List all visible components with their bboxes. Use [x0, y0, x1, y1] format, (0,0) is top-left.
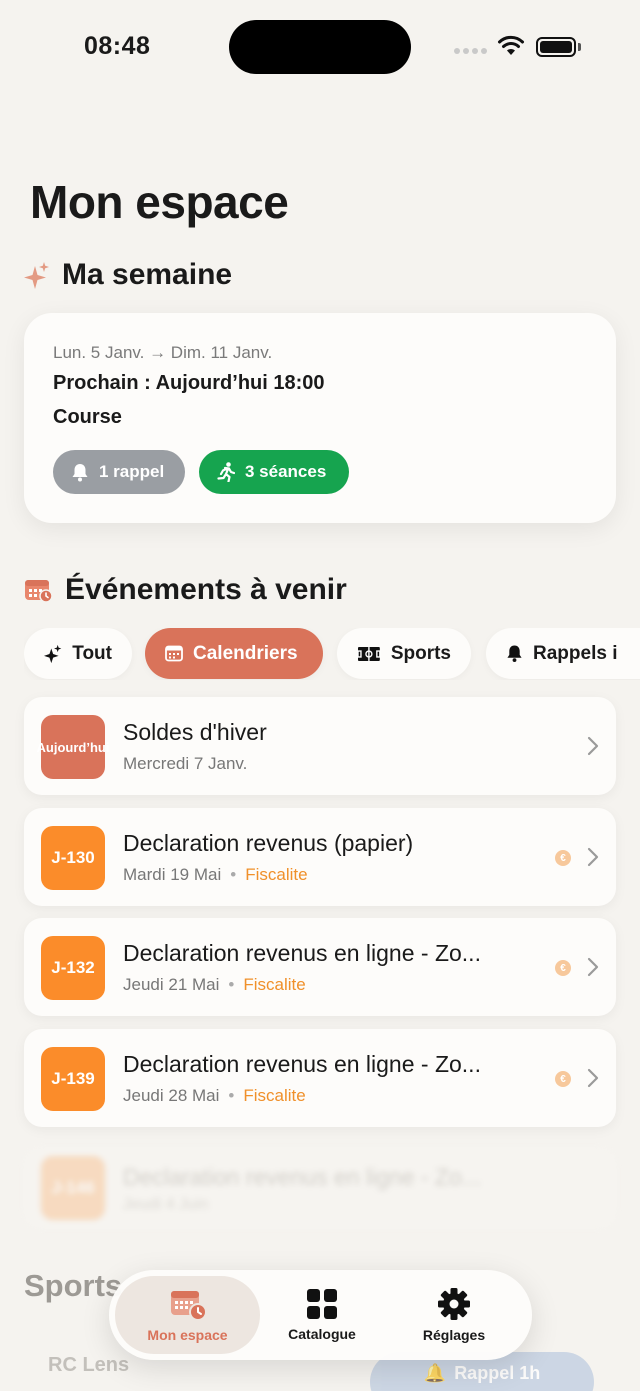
reminder-pill-label: 1 rappel — [99, 462, 165, 481]
next-event: Prochain : Aujourd’hui 18:00 — [53, 372, 325, 394]
cellular-signal-icon — [454, 48, 487, 54]
event-date: Jeudi 4 Juin — [123, 1196, 209, 1213]
chevron-right-icon — [587, 736, 599, 756]
week-heading: Ma semaine — [62, 258, 233, 291]
status-time: 08:48 — [84, 32, 151, 60]
filter-calendars[interactable]: Calendriers — [145, 628, 323, 679]
event-date: Jeudi 28 Mai — [123, 1086, 220, 1105]
events-section-header: Événements à venir — [24, 573, 347, 607]
sports-heading: Sports — [24, 1268, 123, 1303]
chevron-right-icon — [587, 847, 599, 867]
next-activity: Course — [53, 406, 122, 428]
event-countdown-badge: J-139 — [41, 1047, 105, 1111]
euro-coin-icon: € — [555, 960, 571, 976]
event-card[interactable]: J-130 Declaration revenus (papier) Mardi… — [24, 808, 616, 906]
tab-reglages[interactable]: Réglages — [387, 1276, 521, 1354]
event-category: Fiscalite — [243, 1086, 306, 1105]
tab-label: Réglages — [422, 1327, 486, 1343]
tab-label: Catalogue — [288, 1326, 356, 1342]
event-countdown-badge: J-132 — [41, 936, 105, 1000]
filter-reminders[interactable]: Rappels i — [486, 628, 640, 679]
calendar-clock-icon — [170, 1291, 207, 1321]
event-meta: Mardi 19 Mai • Fiscalite — [123, 865, 308, 884]
event-date: Mardi 19 Mai — [123, 865, 222, 884]
calendar-icon — [25, 580, 53, 603]
wifi-icon — [498, 35, 524, 55]
event-meta: Jeudi 28 Mai • Fiscalite — [123, 1086, 306, 1105]
event-date: Mercredi 7 Janv. — [123, 754, 248, 773]
events-heading: Événements à venir — [65, 573, 347, 606]
tab-catalogue[interactable]: Catalogue — [260, 1276, 384, 1354]
week-range: Lun. 5 Janv. → Dim. 11 Janv. — [53, 343, 273, 362]
event-countdown-badge: J-130 — [41, 826, 105, 890]
chevron-right-icon — [587, 1068, 599, 1088]
event-filter-bar: Tout Calendriers Sports Rappels i — [24, 628, 640, 680]
event-card[interactable]: Aujourd’hui Soldes d'hiver Mercredi 7 Ja… — [24, 697, 616, 795]
gear-icon — [438, 1288, 470, 1320]
event-category: Fiscalite — [243, 975, 306, 994]
sessions-count-pill[interactable]: 3 séances — [199, 450, 349, 494]
event-title: Declaration revenus en ligne - Zo... — [123, 1164, 481, 1190]
event-countdown-badge: J-146 — [41, 1156, 105, 1220]
bell-icon — [507, 645, 522, 662]
chevron-right-icon — [587, 957, 599, 977]
event-title: Declaration revenus en ligne - Zo... — [123, 1051, 481, 1077]
event-meta: Jeudi 21 Mai • Fiscalite — [123, 975, 306, 994]
sparkles-icon — [24, 262, 49, 289]
week-summary-card[interactable]: Lun. 5 Janv. → Dim. 11 Janv. Prochain : … — [24, 313, 616, 523]
sessions-pill-label: 3 séances — [245, 462, 327, 481]
event-meta: Mercredi 7 Janv. — [123, 754, 247, 774]
sports-field-icon — [357, 646, 381, 661]
event-card[interactable]: J-139 Declaration revenus en ligne - Zo.… — [24, 1029, 616, 1127]
event-title: Declaration revenus (papier) — [123, 830, 414, 856]
euro-coin-icon: € — [555, 850, 571, 866]
page-title: Mon espace — [30, 176, 289, 228]
calendar-icon — [165, 645, 183, 662]
event-card[interactable]: J-132 Declaration revenus en ligne - Zo.… — [24, 918, 616, 1016]
event-date: Jeudi 21 Mai — [123, 975, 220, 994]
battery-icon — [536, 37, 576, 57]
event-countdown-badge: Aujourd’hui — [37, 715, 109, 779]
grid-icon — [307, 1289, 337, 1319]
dynamic-island — [229, 20, 411, 74]
sparkles-icon — [44, 644, 62, 663]
reminder-count-pill[interactable]: 1 rappel — [53, 450, 185, 494]
tab-bar: Mon espace Catalogue Réglages — [109, 1270, 532, 1360]
sports-team-name: RC Lens — [48, 1354, 130, 1376]
tab-label: Mon espace — [147, 1327, 228, 1343]
euro-coin-icon: € — [555, 1071, 571, 1087]
bell-icon: 🔔 — [423, 1362, 447, 1383]
event-category: Fiscalite — [245, 865, 308, 884]
tab-mon-espace[interactable]: Mon espace — [115, 1276, 260, 1354]
event-card-faded: J-146 Declaration revenus en ligne - Zo.… — [24, 1148, 616, 1228]
running-icon — [217, 462, 235, 482]
week-section-header: Ma semaine — [24, 258, 232, 292]
event-title: Declaration revenus en ligne - Zo... — [123, 940, 481, 966]
bell-icon — [72, 463, 88, 481]
filter-sports[interactable]: Sports — [337, 628, 471, 679]
filter-all[interactable]: Tout — [24, 628, 132, 679]
status-bar: 08:48 — [0, 0, 640, 95]
event-title: Soldes d'hiver — [123, 719, 267, 745]
